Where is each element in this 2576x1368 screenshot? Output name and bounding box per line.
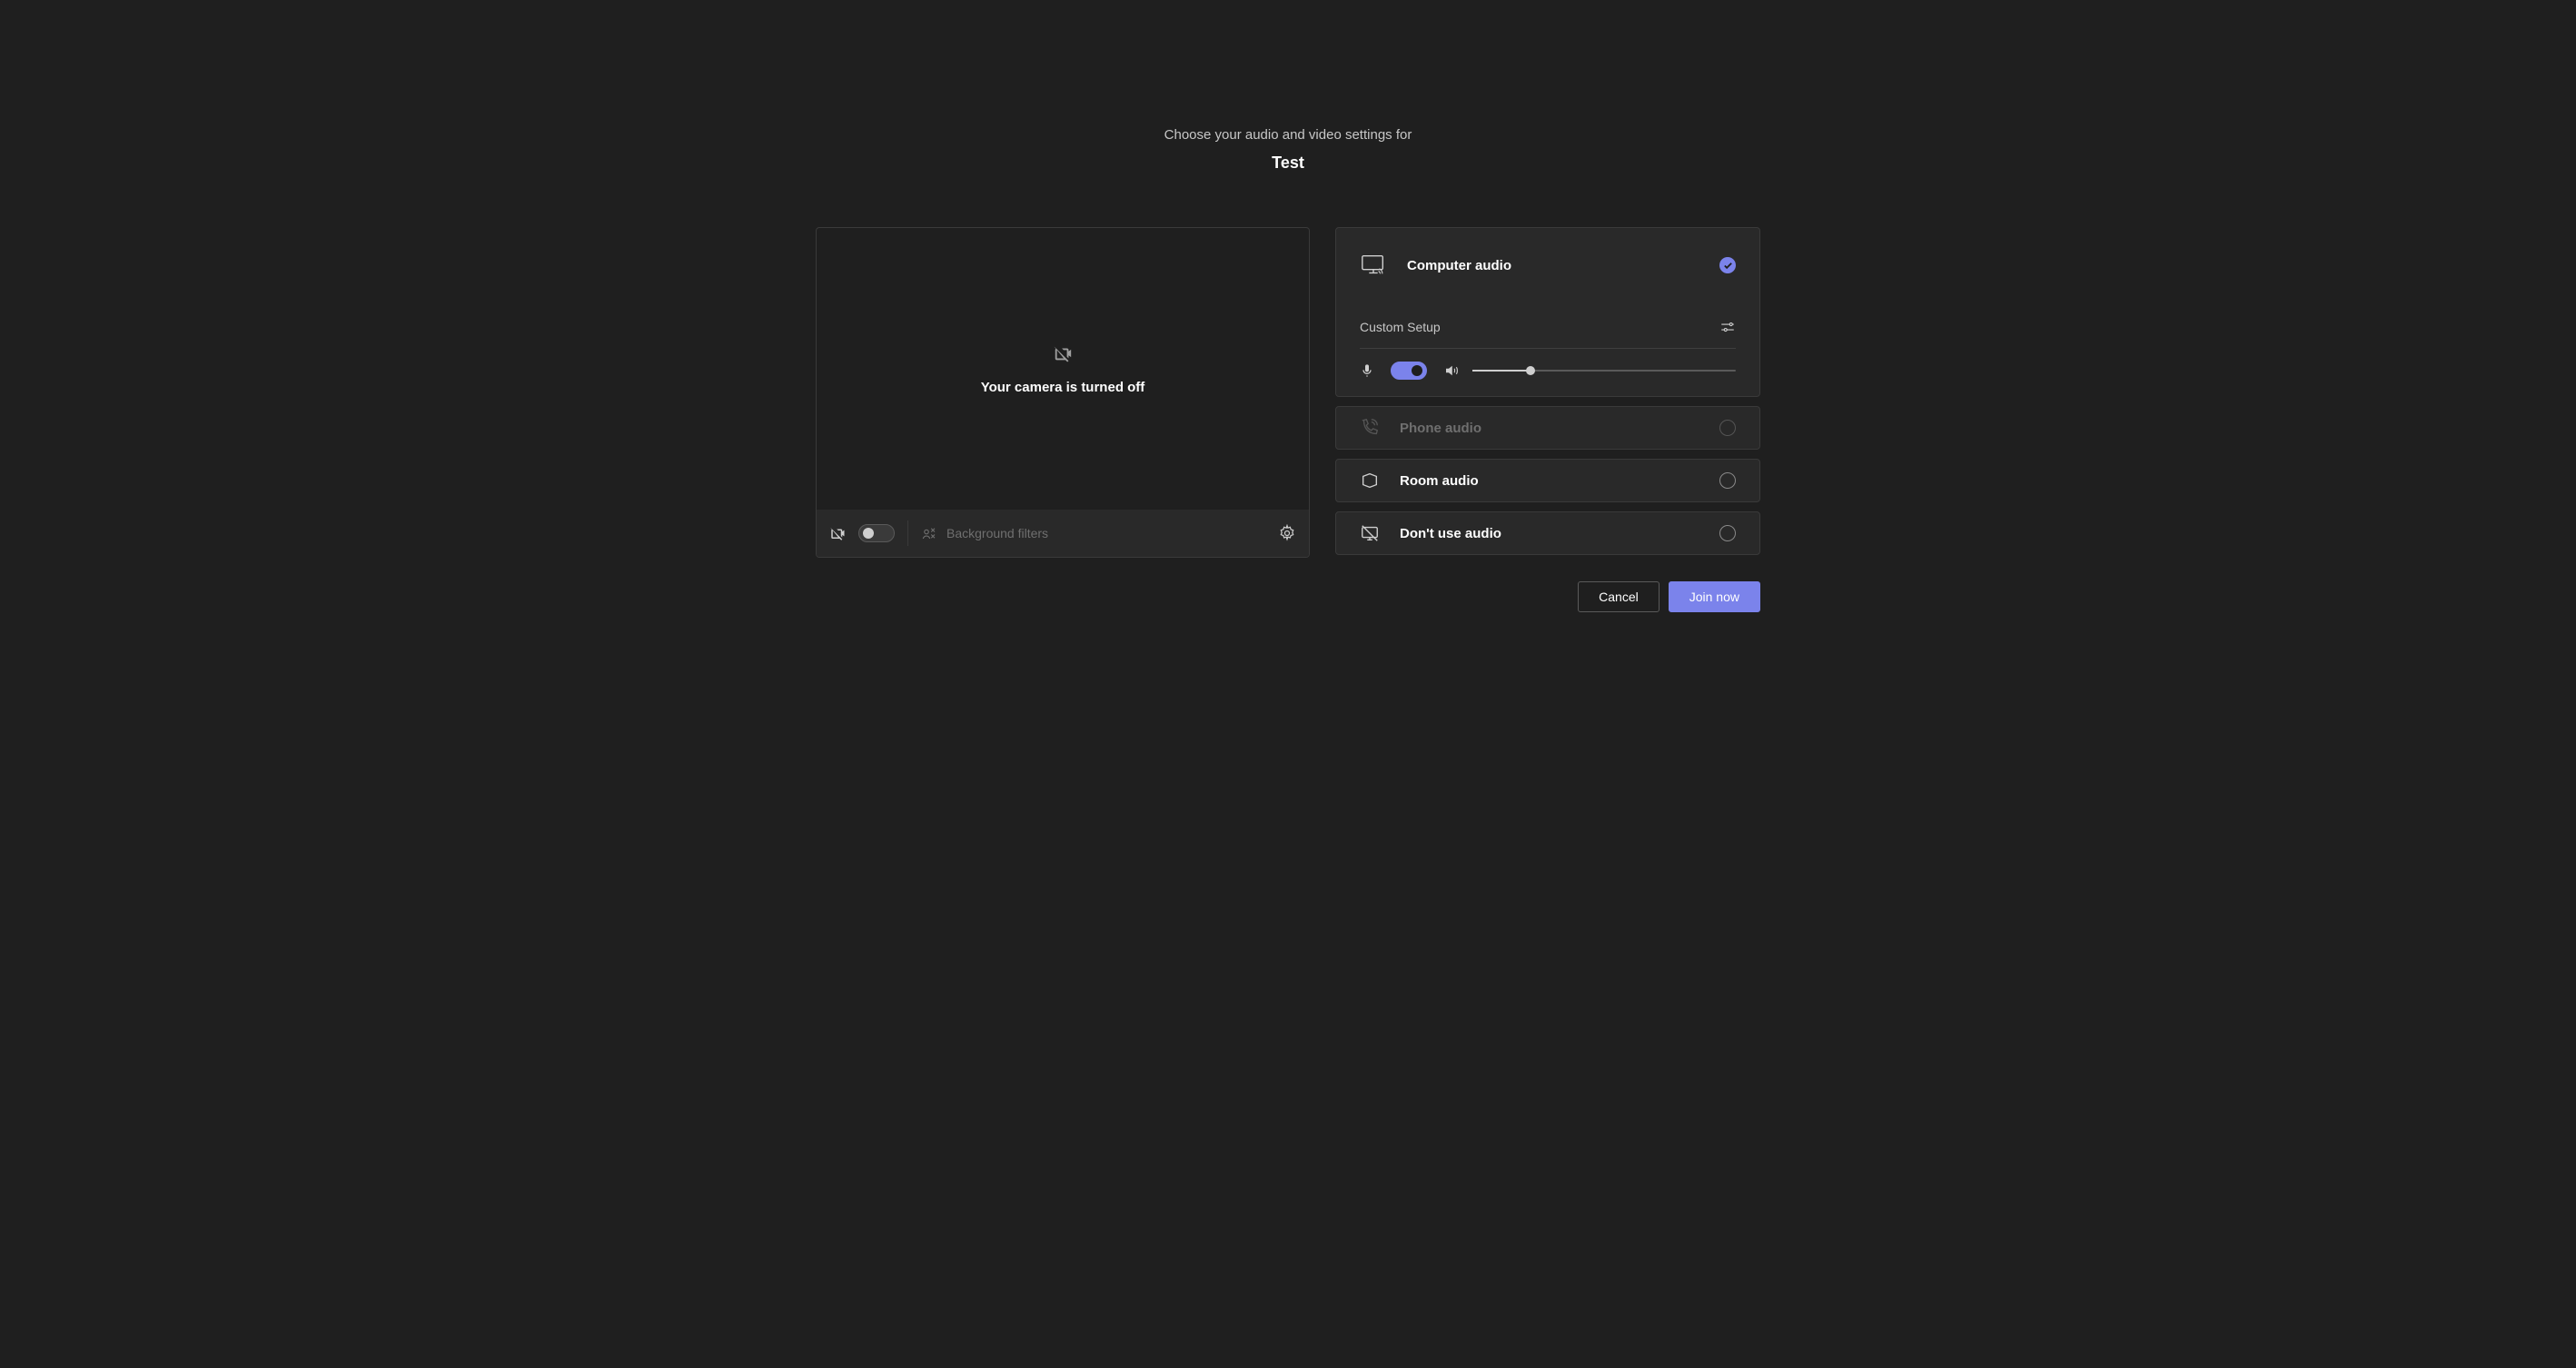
radio-unselected-icon	[1719, 420, 1736, 436]
volume-slider[interactable]	[1472, 370, 1736, 372]
video-toolbar: Background filters	[817, 510, 1309, 557]
computer-audio-label: Computer audio	[1407, 258, 1511, 273]
room-icon	[1360, 471, 1380, 491]
computer-audio-card: Computer audio Custom Setup	[1335, 227, 1760, 397]
background-filters-label: Background filters	[946, 526, 1048, 540]
header-subtitle: Choose your audio and video settings for	[1164, 127, 1412, 143]
camera-status-text: Your camera is turned off	[981, 380, 1145, 395]
custom-setup-label: Custom Setup	[1360, 320, 1441, 334]
camera-toggle[interactable]	[858, 524, 895, 542]
slider-fill	[1472, 370, 1531, 372]
background-filters-button[interactable]: Background filters	[921, 525, 1048, 541]
audio-controls-row	[1336, 349, 1759, 396]
microphone-toggle[interactable]	[1391, 362, 1427, 380]
slider-thumb	[1526, 366, 1535, 375]
phone-icon	[1360, 418, 1380, 438]
settings-button[interactable]	[1278, 524, 1296, 542]
custom-setup-row[interactable]: Custom Setup	[1336, 302, 1759, 348]
no-audio-card: Don't use audio	[1335, 511, 1760, 555]
phone-audio-card: Phone audio	[1335, 406, 1760, 450]
room-audio-card: Room audio	[1335, 459, 1760, 502]
cancel-button[interactable]: Cancel	[1578, 581, 1660, 612]
meeting-title: Test	[1164, 154, 1412, 173]
toggle-knob	[863, 528, 874, 539]
no-audio-option[interactable]: Don't use audio	[1336, 512, 1759, 554]
camera-icon	[829, 525, 846, 541]
checkmark-icon	[1719, 257, 1736, 273]
footer: Cancel Join now	[816, 581, 1760, 612]
no-audio-icon	[1360, 523, 1380, 543]
room-audio-option[interactable]: Room audio	[1336, 460, 1759, 501]
camera-off-icon	[1053, 343, 1073, 363]
microphone-icon	[1360, 363, 1374, 378]
toggle-knob	[1412, 365, 1422, 376]
speaker-icon	[1443, 362, 1460, 379]
video-panel: Your camera is turned off Background fil…	[816, 227, 1310, 558]
background-icon	[921, 525, 937, 541]
video-preview: Your camera is turned off	[817, 228, 1309, 510]
divider	[907, 520, 908, 546]
sliders-icon	[1719, 319, 1736, 335]
radio-unselected-icon	[1719, 472, 1736, 489]
phone-audio-label: Phone audio	[1400, 421, 1481, 436]
computer-audio-option[interactable]: Computer audio	[1336, 228, 1759, 302]
radio-unselected-icon	[1719, 525, 1736, 541]
audio-panel: Computer audio Custom Setup	[1335, 227, 1760, 558]
no-audio-label: Don't use audio	[1400, 526, 1501, 541]
phone-audio-option: Phone audio	[1336, 407, 1759, 449]
header: Choose your audio and video settings for…	[1164, 127, 1412, 173]
room-audio-label: Room audio	[1400, 473, 1479, 489]
panels: Your camera is turned off Background fil…	[816, 227, 1760, 558]
join-now-button[interactable]: Join now	[1669, 581, 1760, 612]
computer-audio-icon	[1360, 252, 1387, 279]
volume-control	[1443, 362, 1736, 379]
